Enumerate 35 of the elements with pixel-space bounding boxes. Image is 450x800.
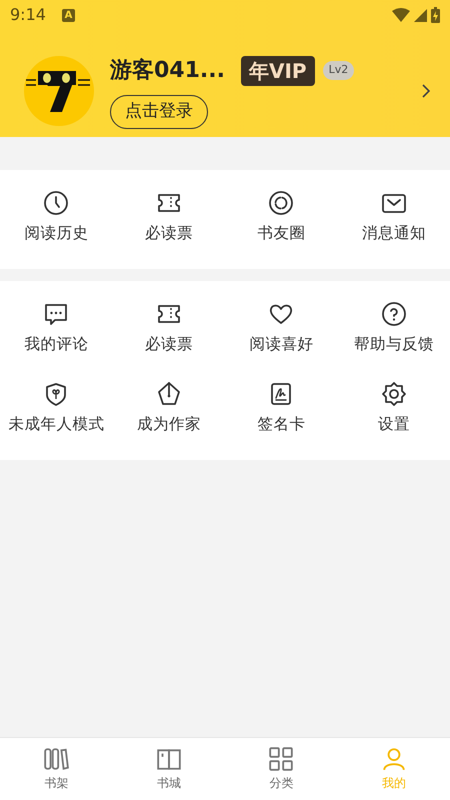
wifi-icon bbox=[392, 8, 410, 22]
chevron-right-icon[interactable] bbox=[422, 84, 430, 98]
login-button[interactable]: 点击登录 bbox=[110, 95, 208, 128]
settings-icon bbox=[380, 380, 407, 406]
menu-item[interactable]: 未成年人模式 bbox=[0, 380, 112, 436]
nav-tab[interactable]: 分类 bbox=[225, 738, 338, 800]
menu-item[interactable]: 必读票 bbox=[112, 190, 225, 246]
pen-nib-icon bbox=[156, 380, 182, 406]
circle-icon bbox=[268, 190, 294, 216]
menu-item[interactable]: 必读票 bbox=[112, 301, 225, 356]
cat-logo-icon bbox=[24, 56, 94, 126]
status-time: 9:14 bbox=[10, 4, 46, 26]
bookshelf-icon bbox=[43, 746, 70, 772]
menu-item[interactable]: 成为作家 bbox=[112, 380, 225, 436]
comment-icon bbox=[43, 301, 70, 328]
username: 游客041... bbox=[110, 56, 225, 85]
notification-icon: A bbox=[62, 8, 75, 22]
menu-item[interactable]: 设置 bbox=[338, 380, 450, 436]
menu-item[interactable]: 帮助与反馈 bbox=[338, 301, 450, 356]
menu-item[interactable]: 签名卡 bbox=[225, 380, 338, 436]
nav-tab[interactable]: 书架 bbox=[0, 738, 112, 800]
clock-icon bbox=[43, 190, 70, 216]
grid-icon bbox=[268, 746, 294, 772]
menu-item[interactable]: 阅读历史 bbox=[0, 190, 112, 246]
menu-item[interactable]: 我的评论 bbox=[0, 301, 112, 356]
battery-icon bbox=[431, 7, 440, 23]
menu-item[interactable]: 消息通知 bbox=[338, 190, 450, 246]
menu-item[interactable]: 书友圈 bbox=[225, 190, 338, 246]
signal-icon bbox=[414, 8, 427, 22]
help-icon bbox=[380, 301, 407, 328]
nav-tab[interactable]: 书城 bbox=[112, 738, 225, 800]
person-icon bbox=[380, 746, 407, 772]
vip-badge: 年VIP bbox=[241, 56, 315, 86]
menu-item[interactable]: 阅读喜好 bbox=[225, 301, 338, 356]
level-badge: Lv2 bbox=[322, 61, 354, 80]
